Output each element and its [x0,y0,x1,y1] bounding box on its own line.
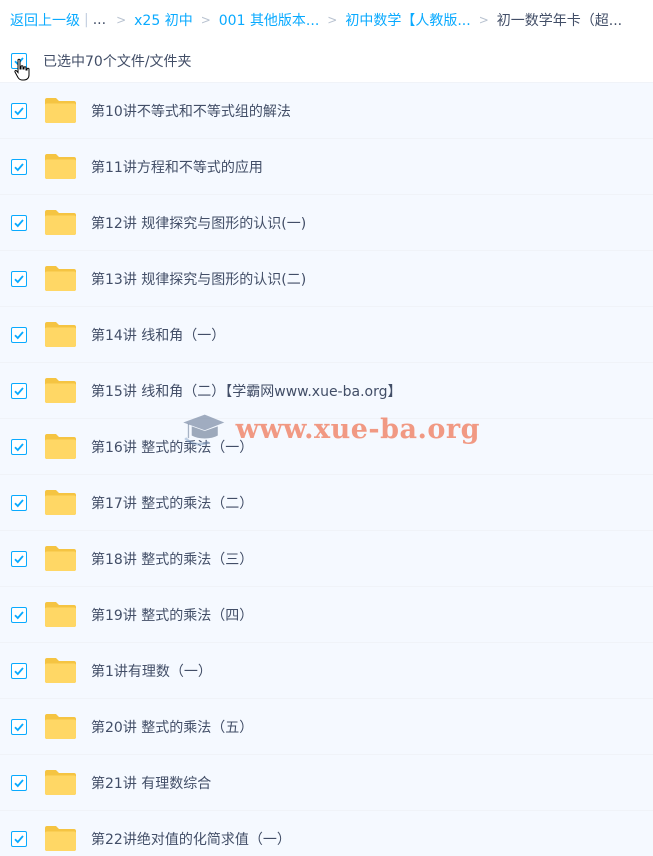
check-icon [14,610,24,619]
folder-icon [45,434,76,459]
file-checkbox[interactable] [11,550,27,567]
folder-icon [45,154,76,179]
file-row[interactable]: 第19讲 整式的乘法（四） [0,587,653,643]
chevron-right-icon: > [478,13,489,27]
file-name[interactable]: 第15讲 线和角（二）【学霸网www.xue-ba.org】 [91,381,401,401]
folder-icon [45,658,76,683]
check-icon [14,834,24,843]
file-name[interactable]: 第1讲有理数（一） [91,661,212,681]
folder-icon [45,378,76,403]
check-icon [14,218,24,227]
file-checkbox[interactable] [11,606,27,623]
file-row[interactable]: 第21讲 有理数综合 [0,755,653,811]
file-checkbox[interactable] [11,326,27,343]
check-icon [14,554,24,563]
file-checkbox[interactable] [11,774,27,791]
breadcrumb-item-math[interactable]: 初中数学【人教版... [345,10,470,30]
file-name[interactable]: 第12讲 规律探究与图形的认识(一) [91,213,306,233]
check-icon [14,386,24,395]
file-checkbox[interactable] [11,270,27,287]
check-icon [14,666,24,675]
file-checkbox[interactable] [11,382,27,399]
file-name[interactable]: 第21讲 有理数综合 [91,773,211,793]
folder-icon [45,714,76,739]
folder-icon [45,826,76,851]
file-row[interactable]: 第17讲 整式的乘法（二） [0,475,653,531]
file-checkbox[interactable] [11,718,27,735]
file-name[interactable]: 第11讲方程和不等式的应用 [91,157,263,177]
breadcrumb: 返回上一级 | ... > x25 初中 > 001 其他版本... > 初中数… [0,0,653,40]
check-icon [14,330,24,339]
file-row[interactable]: 第22讲绝对值的化简求值（一） [0,811,653,856]
folder-icon [45,770,76,795]
file-row[interactable]: 第10讲不等式和不等式组的解法 [0,83,653,139]
check-icon [14,722,24,731]
check-icon [14,442,24,451]
file-row[interactable]: 第14讲 线和角（一） [0,307,653,363]
hand-cursor-icon [14,58,30,81]
file-checkbox[interactable] [11,830,27,847]
file-row[interactable]: 第13讲 规律探究与图形的认识(二) [0,251,653,307]
file-checkbox[interactable] [11,102,27,119]
selection-bar: 已选中70个文件/文件夹 [0,40,653,83]
breadcrumb-separator: | [84,12,89,28]
check-icon [14,162,24,171]
file-name[interactable]: 第18讲 整式的乘法（三） [91,549,253,569]
file-checkbox[interactable] [11,214,27,231]
file-name[interactable]: 第17讲 整式的乘法（二） [91,493,253,513]
chevron-right-icon: > [200,13,211,27]
file-row[interactable]: 第16讲 整式的乘法（一） [0,419,653,475]
file-row[interactable]: 第15讲 线和角（二）【学霸网www.xue-ba.org】 [0,363,653,419]
file-row[interactable]: 第12讲 规律探究与图形的认识(一) [0,195,653,251]
chevron-right-icon: > [116,13,127,27]
file-name[interactable]: 第10讲不等式和不等式组的解法 [91,101,291,121]
file-name[interactable]: 第14讲 线和角（一） [91,325,225,345]
check-icon [14,498,24,507]
folder-icon [45,490,76,515]
file-checkbox[interactable] [11,158,27,175]
back-link[interactable]: 返回上一级 [10,10,80,30]
selection-count: 已选中70个文件/文件夹 [43,54,192,70]
file-name[interactable]: 第19讲 整式的乘法（四） [91,605,253,625]
file-name[interactable]: 第16讲 整式的乘法（一） [91,437,253,457]
check-icon [14,106,24,115]
file-row[interactable]: 第11讲方程和不等式的应用 [0,139,653,195]
file-row[interactable]: 第20讲 整式的乘法（五） [0,699,653,755]
file-checkbox[interactable] [11,662,27,679]
file-name[interactable]: 第20讲 整式的乘法（五） [91,717,253,737]
chevron-right-icon: > [327,13,338,27]
check-icon [14,778,24,787]
file-checkbox[interactable] [11,494,27,511]
folder-icon [45,322,76,347]
breadcrumb-ellipsis[interactable]: ... [93,12,106,28]
breadcrumb-item-001[interactable]: 001 其他版本... [219,10,320,30]
folder-icon [45,98,76,123]
check-icon [14,274,24,283]
folder-icon [45,602,76,627]
file-checkbox[interactable] [11,438,27,455]
file-row[interactable]: 第18讲 整式的乘法（三） [0,531,653,587]
folder-icon [45,546,76,571]
breadcrumb-current: 初一数学年卡（超... [496,13,623,29]
folder-icon [45,266,76,291]
file-name[interactable]: 第22讲绝对值的化简求值（一） [91,829,291,849]
folder-icon [45,210,76,235]
breadcrumb-item-x25[interactable]: x25 初中 [134,10,193,30]
file-row[interactable]: 第1讲有理数（一） [0,643,653,699]
file-list: 第10讲不等式和不等式组的解法 第11讲方程和不等式的应用第12讲 规律探究与图形… [0,83,653,856]
file-name[interactable]: 第13讲 规律探究与图形的认识(二) [91,269,306,289]
